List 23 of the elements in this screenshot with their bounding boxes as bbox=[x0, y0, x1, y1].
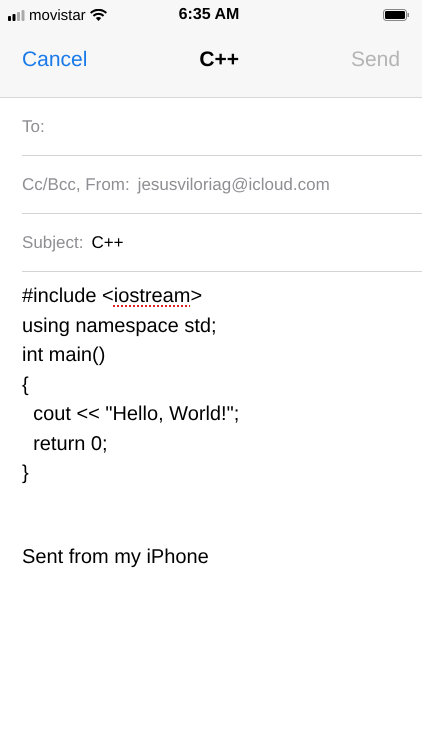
field-value: jesusviloriag@icloud.com bbox=[138, 174, 330, 194]
field-label: Cc/Bcc, From: bbox=[22, 174, 130, 194]
cancel-button[interactable]: Cancel bbox=[22, 48, 88, 72]
header-field[interactable]: Subject: C++ bbox=[22, 214, 422, 272]
field-label: To: bbox=[22, 116, 45, 136]
carrier-name: movistar bbox=[29, 6, 86, 24]
header-field[interactable]: To: bbox=[22, 98, 422, 156]
email-title: C++ bbox=[199, 48, 240, 72]
code-line: { bbox=[22, 372, 30, 398]
header-field[interactable]: Cc/Bcc, From: jesusviloriag@icloud.com bbox=[22, 156, 422, 214]
wifi-icon bbox=[90, 9, 107, 21]
field-value: C++ bbox=[91, 232, 124, 252]
signal-icon bbox=[8, 10, 25, 20]
clock-time: 6:35 AM bbox=[178, 6, 240, 24]
field-label: Subject: bbox=[22, 232, 84, 252]
code-line: using namespace std; bbox=[22, 314, 218, 338]
code-line: int main() bbox=[22, 343, 106, 368]
code-line: #include <iostream> bbox=[22, 284, 204, 309]
code-line: return 0; bbox=[32, 432, 109, 456]
code-line: cout << "Hello, World!"; bbox=[32, 402, 240, 427]
signature-text: Sent from my iPhone bbox=[22, 546, 210, 568]
battery-icon bbox=[382, 9, 410, 21]
code-line: } bbox=[22, 461, 30, 486]
